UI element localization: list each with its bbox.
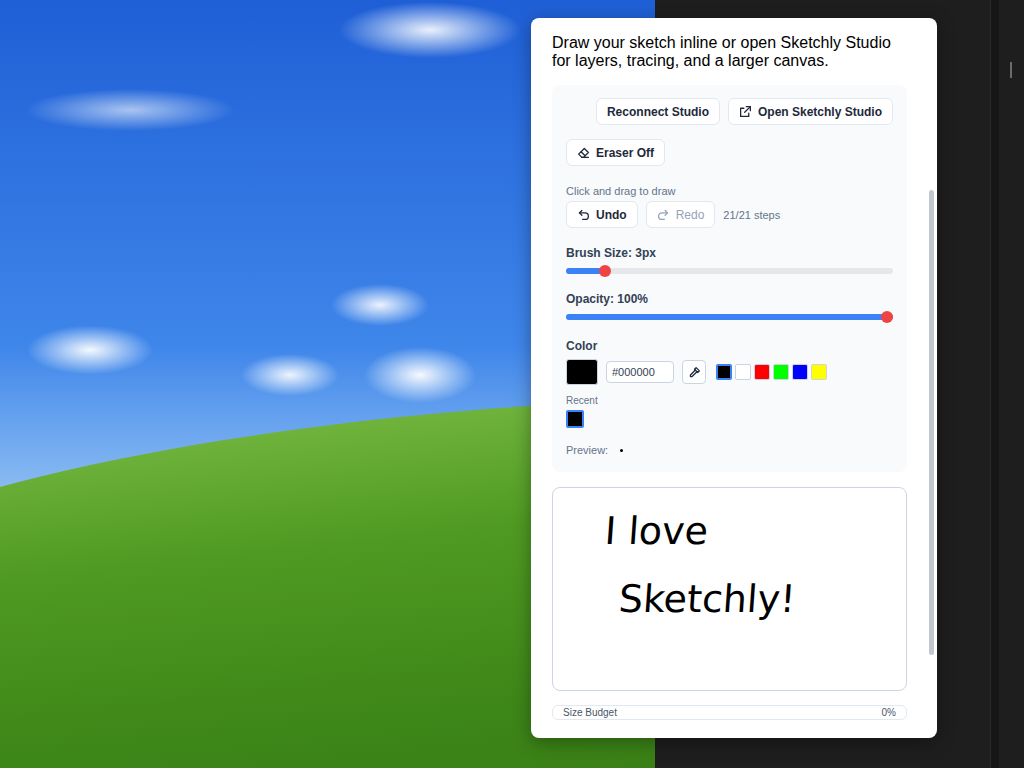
color-swatch[interactable] [716,364,732,380]
slider-label: Brush Size: 3px [566,246,893,260]
color-swatch[interactable] [792,364,808,380]
intro-text: Draw your sketch inline or open Sketchly… [552,34,907,70]
budget-reading: 0% [882,707,896,718]
hex-input[interactable] [606,361,674,383]
steps-count: 21/21 steps [723,209,780,221]
studio-row: Reconnect Studio Open Sketchly Studio [566,98,893,125]
external-link-icon [739,105,752,118]
undo-button[interactable]: Undo [566,201,638,228]
button-label: Redo [676,208,705,222]
button-label: Open Sketchly Studio [758,105,882,119]
slider-label: Opacity: 100% [566,292,893,306]
sketch-stroke: I love [603,504,908,558]
preview-row: Preview: [566,444,893,456]
slider-thumb[interactable] [599,265,611,277]
scrollbar-thumb[interactable] [929,190,934,655]
reconnect-button[interactable]: Reconnect Studio [596,98,720,125]
slider-thumb[interactable] [881,311,893,323]
eyedropper-icon [688,366,701,379]
slider-fill [566,314,893,320]
drawing-canvas[interactable]: I love Sketchly! [552,487,907,691]
budget-label: Size Budget [563,707,617,718]
eraser-icon [577,146,590,159]
color-label: Color [566,339,893,353]
recent-label: Recent [566,395,893,406]
swatch-list [716,364,827,380]
brush-preview [620,449,623,452]
preview-label: Preview: [566,444,608,456]
sketch-panel: Draw your sketch inline or open Sketchly… [531,18,937,738]
grip-icon[interactable] [1007,60,1015,80]
slider-group: Opacity: 100% [566,292,893,320]
color-swatch[interactable] [773,364,789,380]
color-row [566,359,893,385]
button-label: Undo [596,208,627,222]
recent-colors [566,410,893,428]
history-row: Undo Redo 21/21 steps [566,201,893,228]
size-budget: Size Budget 0% [552,705,907,720]
slider-track[interactable] [566,268,893,274]
button-label: Eraser Off [596,146,654,160]
redo-icon [657,208,670,221]
controls-card: Reconnect Studio Open Sketchly Studio Eras… [552,85,907,472]
current-color[interactable] [566,359,598,385]
eyedropper-button[interactable] [682,360,706,384]
sketch-stroke: Sketchly! [617,572,908,626]
hint-text: Click and drag to draw [566,185,893,198]
recent-swatch[interactable] [566,410,584,428]
color-swatch[interactable] [811,364,827,380]
slider-group: Brush Size: 3px [566,246,893,274]
color-swatch[interactable] [754,364,770,380]
button-label: Reconnect Studio [607,105,709,119]
color-swatch[interactable] [735,364,751,380]
eraser-button[interactable]: Eraser Off [566,139,665,166]
redo-button[interactable]: Redo [646,201,716,228]
open-studio-button[interactable]: Open Sketchly Studio [728,98,893,125]
undo-icon [577,208,590,221]
slider-track[interactable] [566,314,893,320]
eraser-row: Eraser Off [566,139,893,166]
